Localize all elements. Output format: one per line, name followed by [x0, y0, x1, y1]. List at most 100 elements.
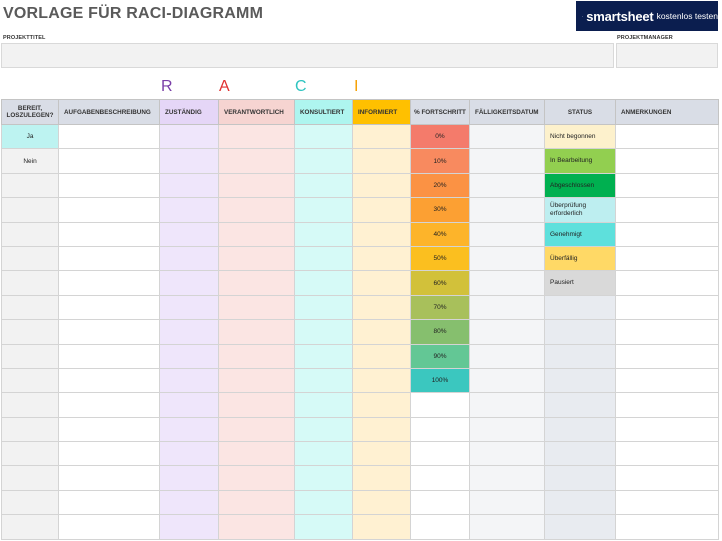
due-date-cell[interactable] [469, 245, 545, 272]
consulted-cell[interactable] [294, 123, 353, 150]
progress-cell[interactable]: 60% [410, 270, 470, 296]
responsible-cell[interactable] [159, 148, 219, 174]
status-cell[interactable]: Überfällig [544, 245, 616, 272]
progress-cell[interactable] [410, 489, 470, 516]
responsible-cell[interactable] [159, 221, 219, 247]
status-cell[interactable] [544, 294, 616, 321]
responsible-cell[interactable] [159, 416, 219, 443]
due-date-cell[interactable] [469, 221, 545, 247]
status-cell[interactable] [544, 489, 616, 516]
progress-cell[interactable]: 40% [410, 221, 470, 247]
informed-cell[interactable] [352, 197, 411, 223]
ready-cell[interactable] [1, 172, 59, 199]
task-description-cell[interactable] [58, 343, 160, 369]
informed-cell[interactable] [352, 489, 411, 516]
consulted-cell[interactable] [294, 294, 353, 321]
consulted-cell[interactable] [294, 489, 353, 516]
ready-cell[interactable] [1, 245, 59, 272]
task-description-cell[interactable] [58, 270, 160, 296]
ready-cell[interactable]: Ja [1, 123, 59, 150]
informed-cell[interactable] [352, 123, 411, 150]
informed-cell[interactable] [352, 441, 411, 467]
ready-cell[interactable] [1, 367, 59, 394]
task-description-cell[interactable] [58, 245, 160, 272]
progress-cell[interactable]: 0% [410, 123, 470, 150]
due-date-cell[interactable] [469, 416, 545, 443]
progress-cell[interactable]: 20% [410, 172, 470, 199]
progress-cell[interactable] [410, 441, 470, 467]
responsible-cell[interactable] [159, 245, 219, 272]
progress-cell[interactable]: 90% [410, 343, 470, 369]
status-cell[interactable]: Abgeschlossen [544, 172, 616, 199]
responsible-cell[interactable] [159, 367, 219, 394]
consulted-cell[interactable] [294, 270, 353, 296]
accountable-cell[interactable] [218, 197, 295, 223]
progress-cell[interactable] [410, 416, 470, 443]
notes-cell[interactable] [615, 489, 719, 516]
ready-cell[interactable] [1, 270, 59, 296]
notes-cell[interactable] [615, 123, 719, 150]
notes-cell[interactable] [615, 392, 719, 418]
notes-cell[interactable] [615, 514, 719, 540]
informed-cell[interactable] [352, 221, 411, 247]
responsible-cell[interactable] [159, 197, 219, 223]
accountable-cell[interactable] [218, 392, 295, 418]
smartsheet-trial-button[interactable]: smartsheet kostenlos testen [576, 1, 718, 31]
notes-cell[interactable] [615, 367, 719, 394]
consulted-cell[interactable] [294, 416, 353, 443]
task-description-cell[interactable] [58, 465, 160, 491]
task-description-cell[interactable] [58, 416, 160, 443]
project-manager-input[interactable] [616, 43, 718, 68]
accountable-cell[interactable] [218, 245, 295, 272]
due-date-cell[interactable] [469, 343, 545, 369]
responsible-cell[interactable] [159, 319, 219, 345]
responsible-cell[interactable] [159, 343, 219, 369]
responsible-cell[interactable] [159, 172, 219, 199]
accountable-cell[interactable] [218, 123, 295, 150]
accountable-cell[interactable] [218, 441, 295, 467]
informed-cell[interactable] [352, 319, 411, 345]
progress-cell[interactable]: 100% [410, 367, 470, 394]
ready-cell[interactable] [1, 221, 59, 247]
status-cell[interactable] [544, 367, 616, 394]
consulted-cell[interactable] [294, 343, 353, 369]
accountable-cell[interactable] [218, 221, 295, 247]
informed-cell[interactable] [352, 392, 411, 418]
status-cell[interactable]: Pausiert [544, 270, 616, 296]
status-cell[interactable]: Nicht begonnen [544, 123, 616, 150]
task-description-cell[interactable] [58, 123, 160, 150]
ready-cell[interactable] [1, 343, 59, 369]
consulted-cell[interactable] [294, 172, 353, 199]
consulted-cell[interactable] [294, 197, 353, 223]
progress-cell[interactable] [410, 465, 470, 491]
accountable-cell[interactable] [218, 343, 295, 369]
ready-cell[interactable] [1, 319, 59, 345]
status-cell[interactable] [544, 416, 616, 443]
status-cell[interactable]: In Bearbeitung [544, 148, 616, 174]
consulted-cell[interactable] [294, 392, 353, 418]
due-date-cell[interactable] [469, 197, 545, 223]
notes-cell[interactable] [615, 319, 719, 345]
due-date-cell[interactable] [469, 319, 545, 345]
ready-cell[interactable] [1, 294, 59, 321]
notes-cell[interactable] [615, 245, 719, 272]
consulted-cell[interactable] [294, 514, 353, 540]
notes-cell[interactable] [615, 148, 719, 174]
consulted-cell[interactable] [294, 148, 353, 174]
notes-cell[interactable] [615, 416, 719, 443]
status-cell[interactable]: Genehmigt [544, 221, 616, 247]
accountable-cell[interactable] [218, 367, 295, 394]
task-description-cell[interactable] [58, 221, 160, 247]
informed-cell[interactable] [352, 172, 411, 199]
informed-cell[interactable] [352, 294, 411, 321]
informed-cell[interactable] [352, 416, 411, 443]
responsible-cell[interactable] [159, 123, 219, 150]
responsible-cell[interactable] [159, 514, 219, 540]
ready-cell[interactable] [1, 416, 59, 443]
consulted-cell[interactable] [294, 221, 353, 247]
consulted-cell[interactable] [294, 441, 353, 467]
consulted-cell[interactable] [294, 367, 353, 394]
responsible-cell[interactable] [159, 441, 219, 467]
task-description-cell[interactable] [58, 367, 160, 394]
progress-cell[interactable]: 10% [410, 148, 470, 174]
